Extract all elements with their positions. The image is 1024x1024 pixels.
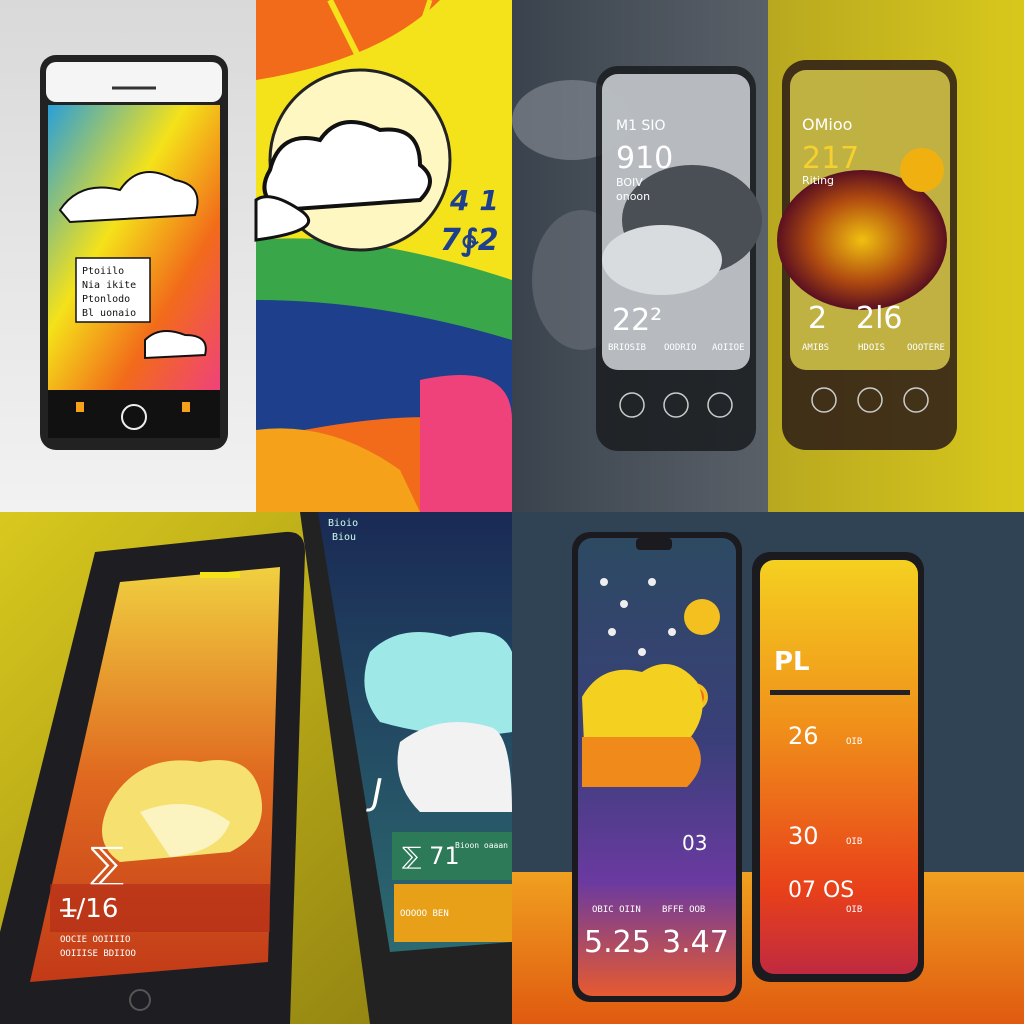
right-big-right: 2l6 xyxy=(856,301,903,336)
side-number-1: 4 1 xyxy=(449,184,499,217)
left-big: 22² xyxy=(612,303,662,338)
right-label-3: OOOTERE xyxy=(907,343,945,353)
glass-phones-illustration: M1 SIO 910 BOIV onoon 22² BRIOSIB OODRIO… xyxy=(512,0,1024,512)
side-number-2: 7∲2 xyxy=(440,223,499,258)
forecast-sub-2: OIB xyxy=(846,837,862,847)
teal-top-1: Bioio xyxy=(328,518,358,529)
right-header: OMioo xyxy=(802,115,852,134)
phone-text-line-4: Bl uonaio xyxy=(82,308,136,319)
panel-popart-phone: 4 1 7∲2 Ptoiilo Nia ikite Ptonlodo Bl uo… xyxy=(0,0,512,512)
rain-forecast-illustration: PL 26 OIB 30 OIB 07 OS OIB 03 OBIC OIIN … xyxy=(512,512,1024,1024)
left-header: M1 SIO xyxy=(616,118,665,134)
left-label-2: OODRIO xyxy=(664,343,697,353)
left-label-3: AOIIOE xyxy=(712,343,745,353)
rain-small: 03 xyxy=(682,831,707,855)
panel-angled-phones: Bioio Biou J ⅀ 71 Bioon oaaan OOOOO BEN … xyxy=(0,512,512,1024)
rain-temp-right: 3.47 xyxy=(662,925,729,960)
teal-row: OOOOO BEN xyxy=(400,909,449,919)
left-temp: 1̶/16 xyxy=(60,894,119,924)
teal-label: Bioon oaaan xyxy=(455,841,508,850)
left-temp: 910 xyxy=(616,141,673,176)
popart-illustration: 4 1 7∲2 Ptoiilo Nia ikite Ptonlodo Bl uo… xyxy=(0,0,512,512)
left-sub2: onoon xyxy=(616,190,650,203)
phone-text-line-1: Ptoiilo xyxy=(82,266,124,277)
sun-icon xyxy=(684,599,720,635)
left-row-1: OOCIE OOIIIIO xyxy=(60,935,130,945)
left-sub1: BOIV xyxy=(616,176,643,189)
right-label-2: HDOIS xyxy=(858,343,885,353)
rain-label-2: BFFE OOB xyxy=(662,905,705,915)
left-label-1: BRIOSIB xyxy=(608,343,646,353)
home-button-icon xyxy=(121,404,147,430)
left-row-2: OOIIISE BDIIOO xyxy=(60,949,136,959)
panel-glass-phones: M1 SIO 910 BOIV onoon 22² BRIOSIB OODRIO… xyxy=(512,0,1024,512)
image-collage: 4 1 7∲2 Ptoiilo Nia ikite Ptonlodo Bl uo… xyxy=(0,0,1024,1024)
rain-temp-left: 5.25 xyxy=(584,925,651,960)
forecast-sub-1: OIB xyxy=(846,737,862,747)
forecast-sub-3: OIB xyxy=(846,905,862,915)
forecast-row-1: 26 xyxy=(788,722,819,750)
phone-text-line-3: Ptonlodo xyxy=(82,294,130,305)
teal-top-2: Biou xyxy=(332,532,356,543)
left-big-glyph: ⅀ xyxy=(90,838,124,887)
right-label-1: AMIBS xyxy=(802,343,829,353)
phone-text-line-2: Nia ikite xyxy=(82,280,136,291)
forecast-row-3: 07 OS xyxy=(788,878,854,903)
forecast-header: PL xyxy=(774,647,810,677)
teal-temp: ⅀ 71 xyxy=(402,842,460,870)
forecast-row-2: 30 xyxy=(788,822,819,850)
right-big-left: 2 xyxy=(808,301,827,336)
angled-phones-illustration: Bioio Biou J ⅀ 71 Bioon oaaan OOOOO BEN … xyxy=(0,512,512,1024)
rain-label-1: OBIC OIIN xyxy=(592,905,641,915)
panel-rain-forecast: PL 26 OIB 30 OIB 07 OS OIB 03 OBIC OIIN … xyxy=(512,512,1024,1024)
right-temp: 217 xyxy=(802,141,859,176)
right-sub1: Riting xyxy=(802,174,834,187)
